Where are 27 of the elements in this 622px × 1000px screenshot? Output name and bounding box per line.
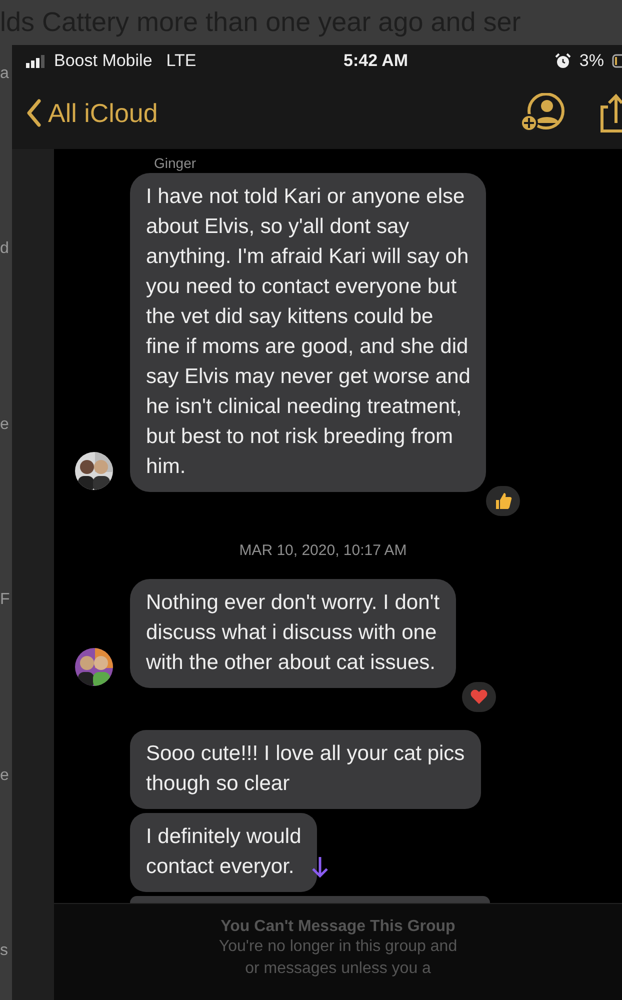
background-text: e [0, 766, 10, 785]
message-bubble: Nothing ever don't worry. I don't discuss what i discuss with one with the other about cat issues. [130, 579, 456, 688]
signal-icon [26, 54, 46, 68]
footer-text: You're no longer in this group and [218, 937, 458, 957]
alarm-icon [555, 53, 572, 69]
message-bubble: I have not told Kari or anyone else about Elvis, so y'all dont say anything. I'm afraid Kari will say oh you need to contact everyone but the vet did say kittens could be fine if moms are good, and she did say Elvis may never get worse and he isn't clinical needing treatment, but best to not risk breeding from him. [130, 173, 486, 492]
network-type: LTE [166, 51, 196, 71]
back-chevron-icon [26, 99, 42, 127]
background-text: e [0, 416, 10, 434]
message-bubble: Sooo cute!!! I love all your cat pics though so clear [130, 730, 481, 809]
carrier-name: Boost Mobile [54, 51, 152, 71]
footer-text: or messages unless you a [245, 959, 431, 979]
clock-time: 5:42 AM [344, 51, 408, 71]
battery-percent: 3% [579, 51, 604, 71]
thumbs-up-reaction-icon [486, 486, 520, 516]
message-timestamp: MAR 10, 2020, 10:17 AM [238, 542, 408, 559]
battery-icon [612, 54, 622, 68]
down-arrow-icon[interactable] [312, 856, 328, 878]
share-icon[interactable] [598, 93, 622, 133]
heart-reaction-icon [462, 682, 496, 712]
background-text: F [0, 591, 11, 610]
sender-name: Ginger [154, 155, 198, 171]
background-text: s [0, 942, 9, 960]
back-button[interactable]: All iCloud [26, 98, 158, 128]
background-text: a [0, 65, 10, 83]
background-text: d [0, 240, 10, 258]
footer-title: You Can't Message This Group [220, 918, 456, 936]
